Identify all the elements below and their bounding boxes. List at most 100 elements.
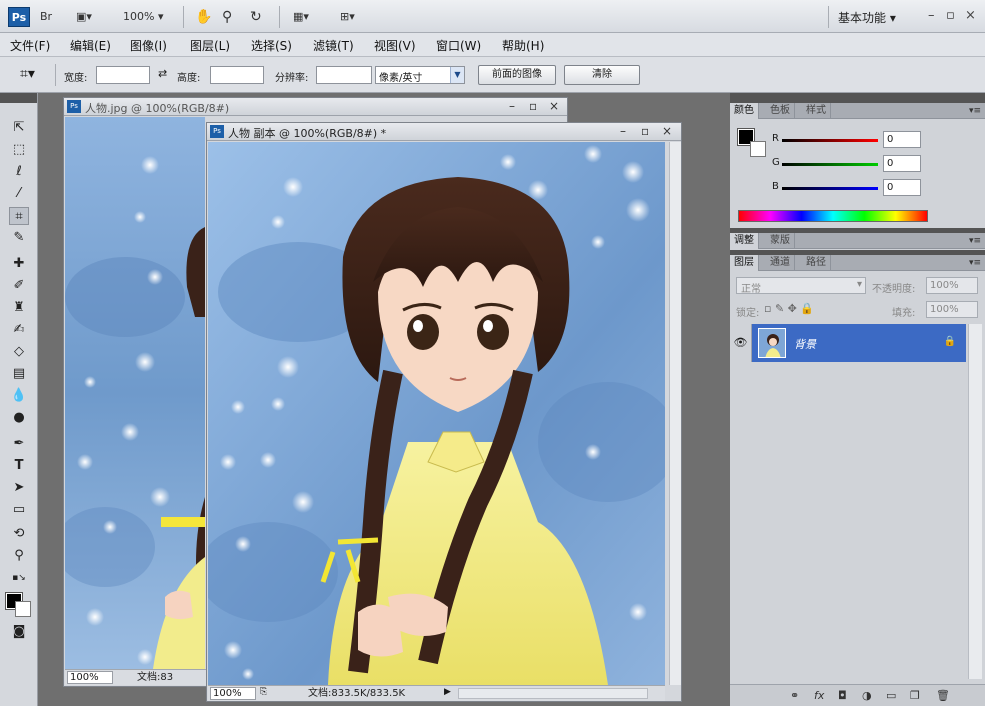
blend-mode-select[interactable]: 正常 ▾ bbox=[736, 277, 866, 295]
red-channel-slider[interactable] bbox=[782, 139, 878, 142]
tab-color[interactable]: 颜色 bbox=[730, 103, 759, 119]
zoom-level-dropdown[interactable]: 100% ▾ bbox=[123, 8, 163, 26]
zoom-field-back[interactable]: 100% bbox=[67, 671, 113, 684]
horizontal-scrollbar[interactable] bbox=[458, 688, 648, 699]
panel-menu-icon[interactable]: ▾≡ bbox=[969, 258, 981, 268]
new-layer-icon[interactable]: ❐ bbox=[910, 689, 920, 702]
status-preview-icon[interactable]: ⎘ bbox=[260, 687, 267, 697]
close-icon[interactable]: × bbox=[965, 8, 976, 23]
zoom-tool-icon[interactable]: ⚲ bbox=[9, 547, 29, 565]
restore-icon[interactable]: ▫ bbox=[529, 99, 537, 113]
rotate-icon[interactable]: ↻ bbox=[250, 8, 262, 26]
eyedropper-tool-icon[interactable]: ✎ bbox=[9, 229, 29, 247]
history-brush-tool-icon[interactable]: ✍ bbox=[9, 321, 29, 339]
front-image-button[interactable]: 前面的图像 bbox=[478, 65, 556, 85]
layer-row-background[interactable]: 👁 背景 🔒 bbox=[730, 324, 966, 362]
tab-layers[interactable]: 图层 bbox=[730, 255, 759, 271]
canvas-front[interactable] bbox=[208, 142, 665, 685]
bridge-icon[interactable]: Br bbox=[40, 8, 52, 26]
height-field[interactable] bbox=[210, 66, 264, 84]
menu-window[interactable]: 窗口(W) bbox=[436, 37, 481, 54]
3d-rotate-tool-icon[interactable]: ⟲ bbox=[9, 525, 29, 543]
brush-tool-icon[interactable]: ✐ bbox=[9, 277, 29, 295]
new-group-icon[interactable]: ▭ bbox=[886, 689, 896, 702]
resolution-field[interactable] bbox=[316, 66, 372, 84]
status-menu-arrow-icon[interactable]: ▶ bbox=[444, 687, 451, 697]
tab-adjustments[interactable]: 调整 bbox=[730, 233, 759, 249]
crop-tool-icon[interactable]: ⌗ bbox=[9, 207, 29, 225]
resolution-unit-select[interactable]: 像素/英寸 ▼ bbox=[375, 66, 465, 84]
restore-icon[interactable]: ▫ bbox=[641, 124, 649, 138]
screen-mode-icon[interactable]: ⊞▾ bbox=[340, 8, 355, 26]
green-channel-value[interactable]: 0 bbox=[883, 155, 921, 172]
restore-icon[interactable]: ▫ bbox=[946, 8, 955, 23]
workspace-switcher[interactable]: 基本功能 ▾ bbox=[838, 9, 896, 26]
menu-help[interactable]: 帮助(H) bbox=[502, 37, 544, 54]
minimize-icon[interactable]: – bbox=[509, 99, 515, 113]
document-tab-front[interactable]: Ps 人物 副本 @ 100%(RGB/8#) * – ▫ × bbox=[207, 123, 681, 141]
clone-stamp-tool-icon[interactable]: ♜ bbox=[9, 299, 29, 317]
delete-layer-icon[interactable]: 🗑 bbox=[936, 689, 950, 702]
document-window-front[interactable]: Ps 人物 副本 @ 100%(RGB/8#) * – ▫ × 100% ⎘ 文… bbox=[206, 122, 682, 702]
eraser-tool-icon[interactable]: ◇ bbox=[9, 343, 29, 361]
green-channel-slider[interactable] bbox=[782, 163, 878, 166]
blur-tool-icon[interactable]: 💧 bbox=[9, 387, 29, 405]
clear-button[interactable]: 清除 bbox=[564, 65, 640, 85]
gradient-tool-icon[interactable]: ▤ bbox=[9, 365, 29, 383]
tab-paths[interactable]: 路径 bbox=[802, 255, 831, 271]
lasso-tool-icon[interactable]: ℓ bbox=[9, 163, 29, 181]
zoom-icon[interactable]: ⚲ bbox=[222, 8, 232, 26]
minimize-icon[interactable]: – bbox=[620, 124, 626, 138]
marquee-tool-icon[interactable]: ⬚ bbox=[9, 141, 29, 159]
layer-style-icon[interactable]: fx bbox=[814, 689, 824, 702]
crop-tool-preset-icon[interactable]: ⌗▾ bbox=[20, 66, 35, 82]
tab-masks[interactable]: 蒙版 bbox=[766, 233, 795, 249]
opacity-field[interactable]: 100% bbox=[926, 277, 978, 294]
menu-file[interactable]: 文件(F) bbox=[10, 37, 50, 54]
menu-image[interactable]: 图像(I) bbox=[130, 37, 167, 54]
minimize-icon[interactable]: – bbox=[928, 8, 935, 23]
view-mode-icon[interactable]: ▣▾ bbox=[76, 8, 92, 26]
menu-view[interactable]: 视图(V) bbox=[374, 37, 416, 54]
red-channel-value[interactable]: 0 bbox=[883, 131, 921, 148]
healing-brush-tool-icon[interactable]: ✚ bbox=[9, 255, 29, 273]
link-layers-icon[interactable]: ⚭ bbox=[790, 689, 799, 702]
width-field[interactable] bbox=[96, 66, 150, 84]
arrange-docs-icon[interactable]: ▦▾ bbox=[293, 8, 309, 26]
panel-menu-icon[interactable]: ▾≡ bbox=[969, 236, 981, 246]
canvas-back[interactable] bbox=[65, 117, 205, 669]
close-icon[interactable]: × bbox=[662, 124, 672, 138]
fill-field[interactable]: 100% bbox=[926, 301, 978, 318]
menu-layer[interactable]: 图层(L) bbox=[190, 37, 230, 54]
magic-wand-tool-icon[interactable]: ⁄ bbox=[9, 185, 29, 203]
tab-swatches[interactable]: 色板 bbox=[766, 103, 795, 119]
menu-filter[interactable]: 滤镜(T) bbox=[313, 37, 354, 54]
add-mask-icon[interactable]: ◘ bbox=[838, 689, 847, 702]
blue-channel-value[interactable]: 0 bbox=[883, 179, 921, 196]
move-tool-icon[interactable]: ⇱ bbox=[9, 119, 29, 137]
panel-menu-icon[interactable]: ▾≡ bbox=[969, 106, 981, 116]
vertical-scrollbar[interactable] bbox=[669, 142, 681, 685]
layers-scrollbar[interactable] bbox=[968, 324, 982, 679]
pen-tool-icon[interactable]: ✒ bbox=[9, 435, 29, 453]
zoom-field-front[interactable]: 100% bbox=[210, 687, 256, 700]
type-tool-icon[interactable]: T bbox=[9, 457, 29, 475]
background-color-swatch[interactable] bbox=[15, 601, 31, 617]
close-icon[interactable]: × bbox=[549, 99, 559, 113]
hand-icon[interactable]: ✋ bbox=[195, 8, 212, 26]
swap-dimensions-icon[interactable]: ⇄ bbox=[158, 67, 167, 80]
quick-mask-icon[interactable]: ◙ bbox=[9, 623, 29, 641]
eye-icon[interactable]: 👁 bbox=[730, 324, 752, 362]
adjustment-layer-icon[interactable]: ◑ bbox=[862, 689, 872, 702]
tab-styles[interactable]: 样式 bbox=[802, 103, 831, 119]
tab-channels[interactable]: 通道 bbox=[766, 255, 795, 271]
lock-icons[interactable]: ▫ ✎ ✥ 🔒 bbox=[764, 302, 814, 315]
color-spectrum-bar[interactable] bbox=[738, 210, 928, 222]
path-selection-tool-icon[interactable]: ➤ bbox=[9, 479, 29, 497]
dodge-tool-icon[interactable]: ● bbox=[9, 409, 29, 427]
menu-select[interactable]: 选择(S) bbox=[251, 37, 292, 54]
default-colors-icon[interactable]: ▪↘ bbox=[9, 569, 29, 587]
shape-tool-icon[interactable]: ▭ bbox=[9, 501, 29, 519]
document-tab-back[interactable]: Ps 人物.jpg @ 100%(RGB/8#) – ▫ × bbox=[64, 98, 567, 116]
blue-channel-slider[interactable] bbox=[782, 187, 878, 190]
